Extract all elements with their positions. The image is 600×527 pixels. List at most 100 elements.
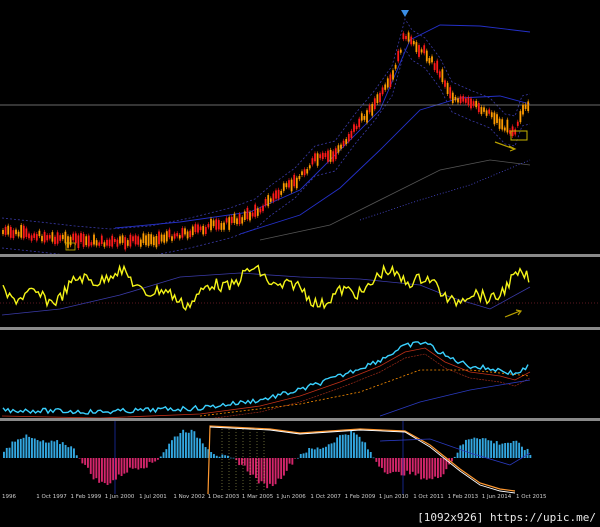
candle-body [126,240,129,246]
candle-body [100,235,103,244]
histogram-bar [162,452,165,458]
histogram-bar [403,458,406,476]
candle-body [90,242,93,246]
slower-ma-line [212,353,531,418]
candle-body [12,230,15,239]
candle-body [280,190,283,195]
candle-body [82,233,85,247]
histogram-bar [501,443,504,458]
histogram-bar [521,446,523,458]
candle-body [238,214,241,225]
histogram-bar [196,437,199,458]
candle-body [246,207,249,220]
histogram-bar [266,458,269,489]
time-axis-label: 1 Mar 2005 [241,494,274,500]
histogram-bar [417,458,420,474]
oscillator-pane[interactable] [0,257,600,327]
candle-body [402,33,405,40]
candle-body [441,69,444,83]
histogram-bar [109,458,112,484]
candle-body [15,229,17,235]
candle-body [384,84,387,90]
histogram-bar [409,458,411,475]
candle-body [363,116,366,120]
candle-body [394,64,397,69]
histogram-bar [327,444,330,458]
histogram-bar [213,454,215,458]
histogram-bar [134,458,137,469]
candle-body [236,218,238,225]
candle-body [210,218,212,231]
candle-body [431,56,433,63]
candle-body [301,171,303,175]
candle-body [259,208,262,213]
candle-body [33,233,36,238]
histogram-bar [39,441,42,458]
histogram-bar [3,451,5,458]
histogram-bar [126,458,129,473]
candle-body [9,226,12,238]
histogram-bar [367,449,369,458]
histogram-bar [383,458,386,473]
candle-body [87,235,90,247]
histogram-bar [17,439,19,458]
candle-body [194,224,197,233]
time-axis-label: 1 Oct 2011 [413,494,444,500]
candle-body [288,180,290,188]
time-axis-label: 1 Jun 2006 [276,494,306,500]
histogram-bar [159,456,162,458]
price-pane[interactable] [0,0,600,254]
histogram-bar [89,458,92,474]
candle-body [321,152,324,160]
histogram-bar [330,443,333,458]
histogram-bar [53,441,56,458]
histogram-bar [215,455,218,458]
histogram-bar [123,458,126,474]
candle-body [407,32,410,42]
histogram-bar [165,449,168,458]
histogram-bar [439,458,442,478]
candle-body [254,204,257,217]
candle-body [386,78,389,88]
candle-body [43,231,46,243]
candle-body [67,236,69,248]
histogram-bar [341,434,344,458]
ma-pane[interactable] [0,330,600,418]
histogram-bar [14,441,17,458]
candle-body [158,231,160,245]
histogram-bar [36,440,39,458]
candle-body [251,212,254,217]
histogram-bar [81,458,84,464]
candle-body [480,107,483,115]
histogram-bar [529,454,532,458]
histogram-bar [420,458,423,480]
time-axis-label: 1 Jun 2010 [378,494,409,500]
histogram-bar [353,432,355,458]
candle-body [217,220,220,230]
histogram-pane[interactable] [0,421,600,494]
histogram-bar [129,458,131,468]
candle-body [368,105,371,113]
histogram-bar [137,458,140,470]
histogram-bar [283,458,285,476]
candle-body [233,213,236,223]
histogram-bar [378,458,381,467]
candle-body [28,233,30,239]
candle-body [139,239,142,247]
candle-body [449,87,452,99]
candle-body [69,236,72,246]
histogram-bar [305,452,308,458]
histogram-bar [31,438,33,458]
histogram-bar [487,440,490,458]
candle-body [163,234,166,243]
candle-body [30,235,33,241]
histogram-bar [64,444,67,458]
candle-body [108,239,111,247]
orange-dotted-ma [199,369,531,417]
histogram-bar [168,443,171,458]
time-axis-label: 1 Dec 2003 [207,494,240,500]
candle-body [379,92,381,103]
candle-body [2,229,4,235]
candle-body [308,165,311,169]
candle-body [165,231,168,242]
